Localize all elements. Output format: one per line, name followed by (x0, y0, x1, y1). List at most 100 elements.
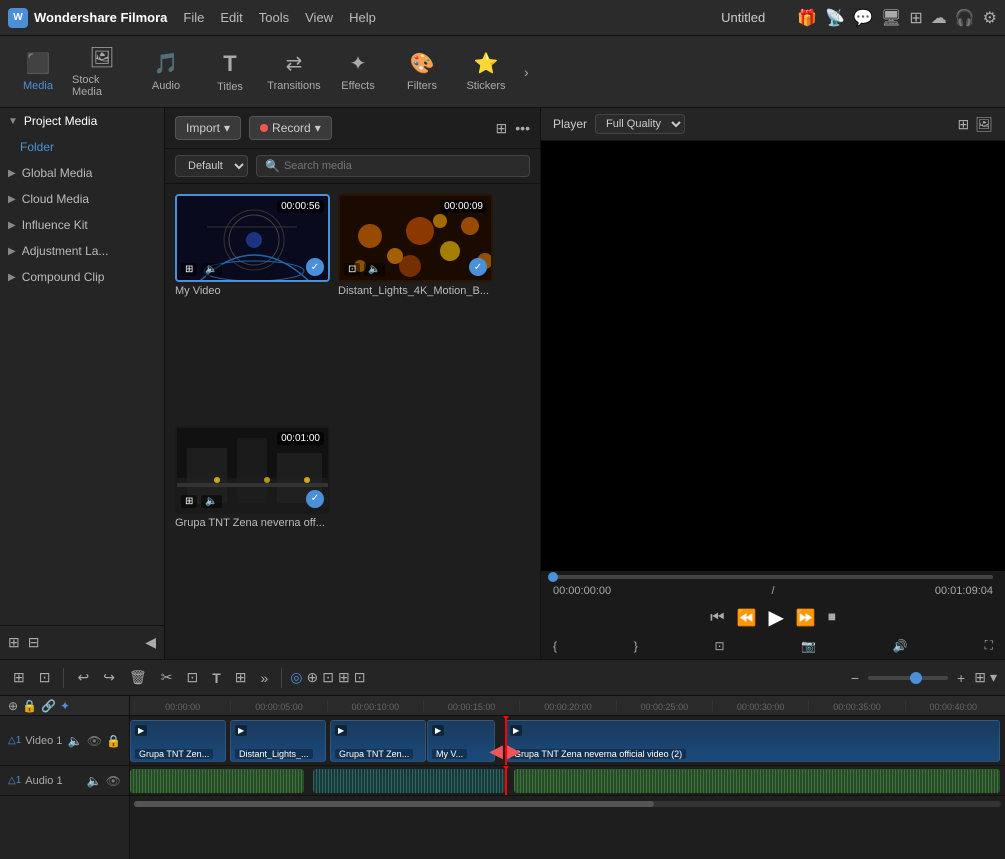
clip-1[interactable]: ▶ Grupa TNT Zen... (130, 720, 226, 762)
filter-icon[interactable]: ⊞ (496, 120, 508, 137)
scene-detection-button[interactable]: ⊞ (8, 666, 30, 689)
redo-button[interactable]: ↪ (98, 666, 120, 689)
audio1-eye-icon[interactable]: 👁 (106, 774, 121, 788)
compound-clip-item[interactable]: ▶ Compound Clip (0, 264, 164, 290)
audio-clip-3[interactable] (514, 769, 1000, 793)
zoom-out-button[interactable]: − (846, 667, 864, 689)
audio-clip-1[interactable] (130, 769, 304, 793)
toolbar-more-chevron[interactable]: › (524, 64, 529, 80)
cloud-icon[interactable]: ☁ (931, 8, 947, 28)
menu-tools[interactable]: Tools (259, 10, 289, 25)
add-folder-icon[interactable]: ⊞ (8, 634, 20, 651)
grid-icon[interactable]: ⊞ (909, 8, 922, 28)
tool-media[interactable]: ⬛ Media (8, 40, 68, 104)
progress-bar[interactable] (553, 575, 993, 579)
grid-layout-icon[interactable]: ⊞ (974, 669, 986, 686)
monitor-icon[interactable]: 🖥 (881, 8, 901, 28)
audio-link-icon[interactable]: 🔗 (41, 699, 56, 713)
project-media-item[interactable]: ▼ Project Media (0, 108, 164, 134)
player-progress[interactable] (541, 571, 1005, 583)
video1-lock-icon[interactable]: 🔒 (106, 734, 121, 748)
zoom-slider[interactable] (868, 676, 948, 680)
fullscreen-icon[interactable]: ⛶ (985, 638, 993, 653)
timeline-scrollbar[interactable] (134, 801, 1001, 807)
volume-icon[interactable]: 🔊 (893, 639, 908, 653)
tool-transitions[interactable]: ⇄ Transitions (264, 40, 324, 104)
grid-view-icon[interactable]: ⊞ (957, 116, 969, 133)
undo-button[interactable]: ↩ (72, 666, 94, 689)
audio-clip-2[interactable] (313, 769, 505, 793)
image-view-icon[interactable]: 🖼 (975, 116, 993, 133)
magnet-icon[interactable]: ⊕ (307, 669, 319, 686)
zoom-in-button[interactable]: + (952, 667, 970, 689)
tool-filters[interactable]: 🎨 Filters (392, 40, 452, 104)
ai-clip-icon[interactable]: ✦ (60, 699, 70, 713)
mark-in-icon[interactable]: { (553, 639, 557, 653)
tool-titles[interactable]: T Titles (200, 40, 260, 104)
media-item-2[interactable]: 00:01:00 ⊞ 🔈 ✓ Grupa TNT Zena neverna of… (175, 426, 330, 650)
media-item-0[interactable]: 00:00:56 ⊞ 🔈 ✓ My Video (175, 194, 330, 418)
folder-item[interactable]: Folder (0, 134, 164, 160)
broadcast-icon[interactable]: 📡 (825, 8, 845, 28)
menu-edit[interactable]: Edit (220, 10, 242, 25)
lock-track-icon[interactable]: 🔒 (22, 699, 37, 713)
clip-3[interactable]: ▶ Grupa TNT Zen... (330, 720, 426, 762)
headphone-icon[interactable]: 🎧 (955, 8, 975, 28)
ripple-icon[interactable]: ◎ (290, 669, 302, 686)
collapse-panel-icon[interactable]: ◀ (145, 634, 156, 651)
crop-button[interactable]: ⊡ (181, 666, 203, 689)
import-button[interactable]: Import ▾ (175, 116, 241, 140)
audio1-speaker-icon[interactable]: 🔈 (87, 774, 102, 788)
gift-icon[interactable]: 🎁 (797, 8, 817, 28)
global-media-item[interactable]: ▶ Global Media (0, 160, 164, 186)
media-thumb-0[interactable]: 00:00:56 ⊞ 🔈 ✓ (175, 194, 330, 282)
add-to-timeline-icon[interactable]: ⊡ (714, 639, 724, 653)
menu-view[interactable]: View (305, 10, 333, 25)
quality-select[interactable]: Full Quality (595, 114, 685, 134)
chat-icon[interactable]: 💬 (853, 8, 873, 28)
more-tools-button[interactable]: » (255, 667, 273, 689)
cloud-media-item[interactable]: ▶ Cloud Media (0, 186, 164, 212)
tool-stickers[interactable]: ⭐ Stickers (456, 40, 516, 104)
play-button[interactable]: ▶ (769, 605, 784, 630)
video1-eye-icon[interactable]: 👁 (87, 734, 102, 748)
frame-forward-button[interactable]: ⏩ (796, 608, 816, 628)
scrollbar-thumb[interactable] (134, 801, 654, 807)
search-input[interactable] (284, 160, 521, 172)
more-options-icon[interactable]: ▾ (990, 669, 997, 686)
clip-4[interactable]: ▶ My V... (427, 720, 495, 762)
snap-button[interactable]: ⊞ (230, 666, 252, 689)
media-item-1[interactable]: 00:00:09 ⊡ 🔈 ✓ Distant_Lights_4K_Motion_… (338, 194, 493, 418)
mark-out-icon[interactable]: } (634, 639, 638, 653)
split-icon[interactable]: ⊡ (322, 669, 334, 686)
tool-effects[interactable]: ✦ Effects (328, 40, 388, 104)
frame-back-button[interactable]: ⏪ (737, 608, 757, 628)
influence-kit-item[interactable]: ▶ Influence Kit (0, 212, 164, 238)
adjustment-la-item[interactable]: ▶ Adjustment La... (0, 238, 164, 264)
clip-5[interactable]: ▶ Grupa TNT Zena neverna official video … (505, 720, 1000, 762)
audio-split-icon[interactable]: ⊞ (338, 669, 350, 686)
player-screen[interactable] (541, 141, 1005, 571)
delete-button[interactable]: 🗑 (124, 666, 152, 689)
menu-file[interactable]: File (183, 10, 204, 25)
progress-thumb[interactable] (548, 572, 558, 582)
text-button[interactable]: T (207, 667, 226, 689)
stop-button[interactable]: ⏹ (828, 609, 836, 627)
record-button[interactable]: Record ▾ (249, 116, 332, 140)
delete-folder-icon[interactable]: ⊟ (28, 634, 40, 651)
video1-speaker-icon[interactable]: 🔈 (68, 734, 83, 748)
silence-detection-button[interactable]: ⊡ (34, 666, 56, 689)
timeline-scrollbar-area[interactable] (130, 796, 1005, 812)
media-thumb-1[interactable]: 00:00:09 ⊡ 🔈 ✓ (338, 194, 493, 282)
skip-back-button[interactable]: ⏮ (710, 609, 724, 627)
menu-help[interactable]: Help (349, 10, 376, 25)
settings-icon[interactable]: ⚙ (983, 8, 997, 28)
media-thumb-2[interactable]: 00:01:00 ⊞ 🔈 ✓ (175, 426, 330, 514)
sort-select[interactable]: Default (175, 155, 248, 177)
snapshot-icon[interactable]: 📷 (801, 639, 816, 653)
cut-button[interactable]: ✂ (156, 666, 178, 689)
more-options-icon[interactable]: ••• (515, 120, 530, 136)
tool-stock-media[interactable]: 🖼 Stock Media (72, 40, 132, 104)
add-track-icon[interactable]: ⊕ (8, 699, 18, 713)
speed-icon[interactable]: ⊡ (354, 669, 366, 686)
